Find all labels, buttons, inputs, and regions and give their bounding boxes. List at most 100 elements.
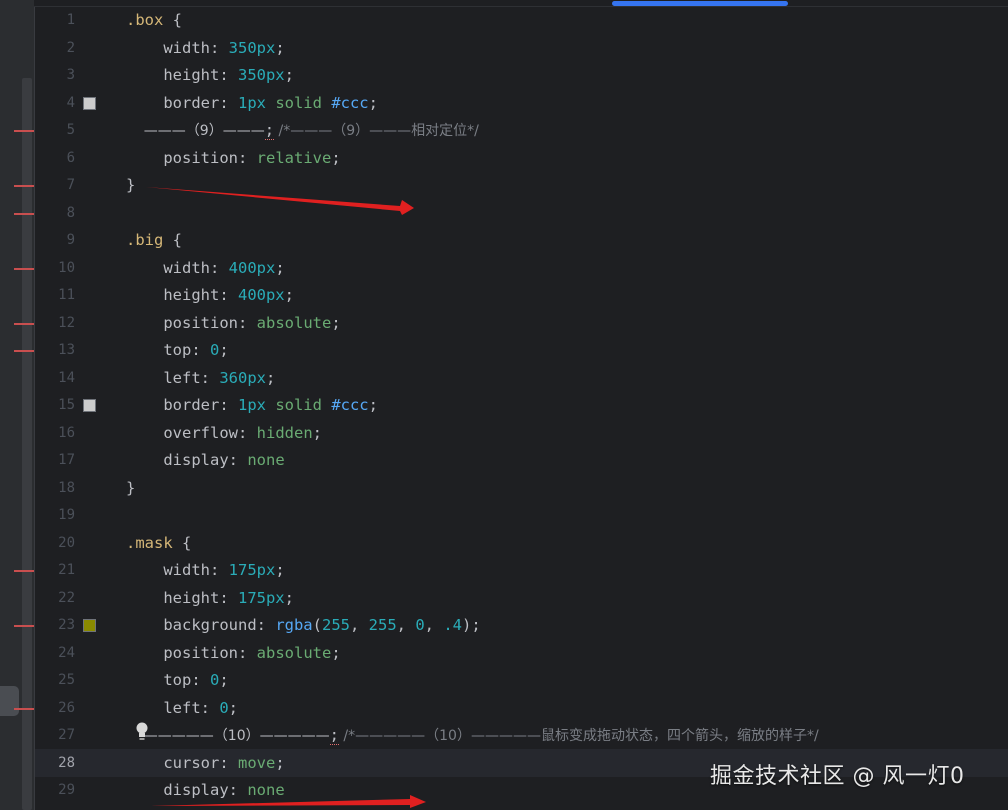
line-number: 17 — [58, 452, 75, 468]
code-line[interactable]: border: 1px solid #ccc; — [126, 90, 378, 118]
code-token: ; — [368, 396, 378, 414]
code-token: 255 — [321, 616, 350, 634]
red-arrow-1 — [146, 187, 414, 215]
code-token: ; — [228, 698, 239, 717]
code-line[interactable]: left: 0; — [126, 695, 238, 723]
vertical-scrollbar[interactable] — [22, 78, 32, 810]
error-mark[interactable] — [14, 707, 34, 710]
line-number: 26 — [58, 699, 75, 716]
code-token: 1px — [237, 396, 266, 414]
code-token: ; — [329, 726, 339, 745]
code-token: ; — [284, 286, 294, 304]
code-token: { — [172, 533, 192, 552]
code-token: 175px — [228, 561, 276, 579]
code-token: 175px — [237, 588, 285, 607]
scrollbar-thumb[interactable] — [0, 686, 19, 716]
error-mark[interactable] — [14, 322, 34, 325]
color-swatch[interactable] — [83, 399, 96, 412]
code-token: rgba — [275, 616, 313, 634]
code-line[interactable]: top: 0; — [126, 337, 229, 365]
error-mark[interactable] — [14, 570, 34, 572]
code-line[interactable]: display: none — [126, 777, 284, 805]
code-line[interactable]: .box { — [126, 7, 182, 35]
error-mark[interactable] — [14, 185, 34, 187]
code-token: 350px — [237, 66, 285, 84]
code-line[interactable]: ———（9）———; /*———（9）———相对定位*/ — [126, 117, 479, 145]
line-number: 25 — [58, 672, 75, 688]
code-line[interactable]: .mask { — [126, 530, 191, 558]
code-token: 400px — [237, 286, 285, 304]
code-token: top: — [126, 671, 210, 689]
error-mark[interactable] — [14, 350, 34, 352]
code-token: width: — [126, 561, 229, 579]
horizontal-scrollbar[interactable] — [34, 0, 1008, 7]
code-line[interactable]: width: 400px; — [126, 255, 285, 283]
line-number: 19 — [58, 507, 75, 523]
code-token: , — [349, 616, 369, 634]
code-line[interactable]: background: rgba(255, 255, 0, .4); — [126, 612, 480, 640]
code-line[interactable]: display: none — [126, 447, 284, 475]
code-line[interactable]: height: 400px; — [126, 282, 294, 310]
code-token: /*—————（10）—————鼠标变成拖动状态，四个箭头，缩放的样子*/ — [338, 728, 819, 744]
code-token: ; — [219, 341, 229, 359]
code-token: 0 — [219, 698, 229, 717]
code-token: border: — [126, 396, 238, 414]
code-token: absolute — [256, 313, 332, 332]
error-mark[interactable] — [14, 130, 34, 132]
code-token: overflow: — [126, 423, 257, 442]
line-number: 24 — [58, 644, 75, 661]
lightbulb-icon[interactable] — [135, 721, 149, 743]
code-line[interactable]: top: 0; — [126, 667, 228, 695]
code-line[interactable]: width: 350px; — [126, 35, 285, 63]
code-token: ; — [264, 121, 275, 140]
line-number: 3 — [66, 67, 75, 83]
code-line[interactable]: height: 350px; — [126, 62, 294, 90]
code-line[interactable]: position: absolute; — [126, 310, 341, 338]
code-token: ; — [331, 313, 341, 332]
code-token: #ccc — [331, 396, 369, 414]
line-number: 15 — [58, 397, 75, 413]
code-line[interactable]: .big { — [126, 227, 182, 255]
line-number: 8 — [66, 204, 75, 221]
code-token: 0 — [210, 671, 220, 689]
line-number: 18 — [58, 479, 75, 496]
code-token: /*———（9）———相对定位*/ — [274, 123, 479, 139]
horizontal-scrollbar-thumb[interactable] — [612, 1, 788, 6]
code-line[interactable]: height: 175px; — [126, 585, 294, 613]
error-mark[interactable] — [14, 625, 34, 627]
code-line[interactable]: } — [126, 172, 135, 200]
code-token: 360px — [219, 368, 266, 387]
code-line[interactable]: position: relative; — [126, 145, 340, 173]
color-swatch[interactable] — [83, 619, 96, 632]
line-number: 10 — [58, 259, 75, 276]
watermark: 掘金技术社区 @ 风一灯0 — [710, 764, 965, 789]
left-tool-panel — [0, 0, 35, 810]
code-token: ; — [275, 38, 285, 57]
line-number: 13 — [58, 342, 75, 358]
code-token: { — [163, 11, 182, 29]
code-token: ; — [275, 258, 285, 277]
color-swatch[interactable] — [83, 96, 96, 110]
code-token: relative — [256, 148, 332, 167]
code-line[interactable]: —————（10）—————; /*—————（10）—————鼠标变成拖动状态… — [126, 722, 819, 750]
code-line[interactable]: } — [126, 475, 135, 503]
error-mark[interactable] — [14, 267, 34, 270]
code-line[interactable]: cursor: move; — [126, 750, 285, 778]
code-token: height: — [126, 66, 238, 84]
error-mark[interactable] — [14, 212, 34, 215]
line-number: 16 — [58, 424, 75, 441]
code-token: } — [126, 478, 136, 497]
code-token: ; — [275, 753, 285, 772]
code-line[interactable]: left: 360px; — [126, 365, 275, 393]
code-line[interactable]: border: 1px solid #ccc; — [126, 392, 378, 420]
code-token: solid — [265, 396, 332, 414]
code-token: ( — [312, 616, 322, 634]
code-line[interactable]: position: absolute; — [126, 640, 340, 668]
code-token: .4 — [443, 616, 463, 634]
code-line[interactable]: width: 175px; — [126, 557, 284, 585]
code-token: 400px — [228, 258, 276, 277]
line-number: 12 — [58, 314, 75, 331]
code-line[interactable]: overflow: hidden; — [126, 420, 322, 448]
line-number: 21 — [58, 562, 75, 578]
code-token: —————（10）————— — [126, 728, 330, 744]
